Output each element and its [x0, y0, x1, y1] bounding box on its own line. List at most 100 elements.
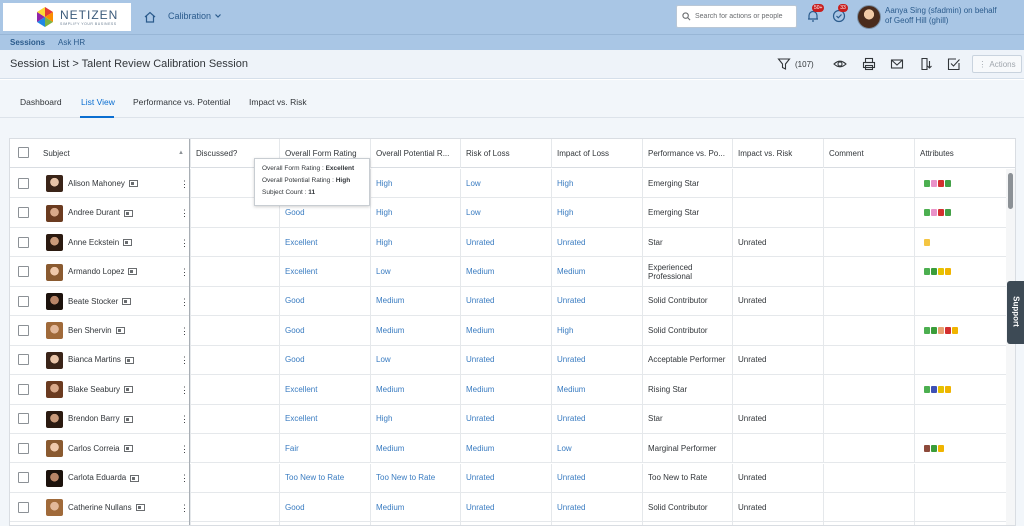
table-row[interactable]: Andree Durant ⋮ Good High Low High Emerging St…: [10, 198, 1015, 228]
impact-of-loss-cell[interactable]: High: [551, 169, 642, 198]
profile-card-icon[interactable]: [123, 239, 133, 246]
risk-of-loss-cell[interactable]: Unrated: [460, 227, 551, 257]
subject-name[interactable]: Beate Stocker: [68, 297, 132, 306]
row-checkbox[interactable]: [18, 236, 29, 248]
impact-of-loss-cell[interactable]: Medium: [551, 375, 642, 404]
tab-dashboard[interactable]: Dashboard: [20, 97, 62, 107]
row-more-icon[interactable]: ⋮: [180, 444, 189, 453]
risk-of-loss-cell[interactable]: Medium: [460, 375, 551, 404]
filter-button[interactable]: [777, 57, 791, 71]
row-more-icon[interactable]: ⋮: [180, 415, 189, 424]
profile-card-icon[interactable]: [123, 445, 133, 453]
table-row[interactable]: Anne Eckstein ⋮ Excellent High Unrated Unrate…: [10, 227, 1015, 258]
profile-card-icon[interactable]: [123, 415, 133, 423]
potential-rating-cell[interactable]: Low: [370, 257, 460, 286]
avatar[interactable]: [46, 440, 63, 458]
select-all-checkbox[interactable]: [18, 147, 29, 158]
column-comment[interactable]: Comment: [823, 139, 914, 168]
row-more-icon[interactable]: ⋮: [180, 268, 189, 277]
table-row[interactable]: Armando Lopez ⋮ Excellent Low Medium Medium Ex…: [10, 257, 1015, 287]
print-button[interactable]: [862, 57, 876, 71]
profile-card-icon[interactable]: [128, 180, 138, 188]
form-rating-cell[interactable]: Excellent: [279, 375, 370, 404]
table-row[interactable]: Alison Mahoney ⋮ High Low High Emerging Star: [10, 169, 1015, 199]
impact-of-loss-cell[interactable]: Unrated: [551, 492, 642, 522]
form-rating-cell[interactable]: Too New to Rate: [279, 463, 370, 492]
profile-card-icon[interactable]: [124, 356, 134, 364]
row-more-icon[interactable]: ⋮: [180, 385, 189, 394]
potential-rating-cell[interactable]: Medium: [370, 375, 460, 404]
risk-of-loss-cell[interactable]: Medium: [460, 257, 551, 286]
row-checkbox[interactable]: [18, 501, 29, 513]
scrollbar-thumb[interactable]: [1008, 173, 1013, 209]
row-checkbox[interactable]: [18, 354, 29, 366]
subject-name[interactable]: Brendon Barry: [68, 414, 133, 423]
profile-card-icon[interactable]: [128, 268, 138, 276]
impact-of-loss-cell[interactable]: Low: [551, 434, 642, 463]
risk-of-loss-cell[interactable]: Medium: [460, 434, 551, 463]
approve-button[interactable]: [947, 57, 961, 71]
form-rating-cell[interactable]: Good: [279, 316, 370, 345]
actions-button[interactable]: ⋮ Actions: [972, 55, 1022, 73]
home-icon[interactable]: [143, 10, 157, 24]
column-overall-potential-rating[interactable]: Overall Potential R...: [370, 139, 460, 168]
risk-of-loss-cell[interactable]: [460, 522, 551, 525]
row-checkbox[interactable]: [18, 295, 29, 307]
risk-of-loss-cell[interactable]: Unrated: [460, 286, 551, 316]
subject-name[interactable]: Carlos Correia: [68, 444, 133, 453]
subject-name[interactable]: Bianca Martins: [68, 355, 134, 364]
tab-impact-vs-risk[interactable]: Impact vs. Risk: [249, 97, 307, 107]
profile-card-icon[interactable]: [124, 386, 134, 394]
table-row[interactable]: Ben Shervin ⋮ Good Medium Medium High Solid Co…: [10, 316, 1015, 346]
subject-name[interactable]: Blake Seabury: [68, 385, 134, 394]
table-row[interactable]: [10, 522, 1015, 525]
potential-rating-cell[interactable]: High: [370, 198, 460, 227]
column-impact-of-loss[interactable]: Impact of Loss: [551, 139, 642, 168]
risk-of-loss-cell[interactable]: Low: [460, 169, 551, 198]
potential-rating-cell[interactable]: High: [370, 404, 460, 433]
risk-of-loss-cell[interactable]: Unrated: [460, 463, 551, 492]
subject-name[interactable]: Alison Mahoney: [68, 179, 138, 188]
form-rating-cell[interactable]: Excellent: [279, 404, 370, 433]
profile-card-icon[interactable]: [135, 504, 145, 512]
avatar[interactable]: [46, 175, 63, 193]
profile-card-icon[interactable]: [124, 209, 134, 217]
row-more-icon[interactable]: ⋮: [180, 503, 189, 512]
row-more-icon[interactable]: ⋮: [180, 474, 189, 483]
row-checkbox[interactable]: [18, 472, 29, 484]
vertical-scrollbar[interactable]: [1006, 169, 1015, 525]
session-list-link[interactable]: Session List: [10, 58, 69, 70]
potential-rating-cell[interactable]: Medium: [370, 434, 460, 463]
form-rating-cell[interactable]: Good: [279, 286, 370, 316]
view-button[interactable]: [833, 57, 847, 71]
potential-rating-cell[interactable]: Low: [370, 345, 460, 375]
subject-name[interactable]: Armando Lopez: [68, 267, 138, 276]
form-rating-cell[interactable]: Fair: [279, 434, 370, 463]
avatar[interactable]: [46, 204, 63, 222]
subject-name[interactable]: Anne Eckstein: [68, 238, 133, 247]
subject-name[interactable]: Ben Shervin: [68, 326, 125, 335]
potential-rating-cell[interactable]: Medium: [370, 492, 460, 522]
avatar[interactable]: [46, 293, 63, 311]
table-row[interactable]: Catherine Nullans ⋮ Good Medium Unrated Unrat…: [10, 492, 1015, 523]
export-button[interactable]: [919, 57, 933, 71]
impact-of-loss-cell[interactable]: Medium: [551, 257, 642, 286]
form-rating-cell[interactable]: Good: [279, 345, 370, 375]
potential-rating-cell[interactable]: Medium: [370, 316, 460, 345]
impact-of-loss-cell[interactable]: High: [551, 316, 642, 345]
subject-name[interactable]: Carlota Eduarda: [68, 473, 140, 482]
nav-sessions[interactable]: Sessions: [10, 38, 45, 47]
tab-performance-vs-potential[interactable]: Performance vs. Potential: [133, 97, 230, 107]
form-rating-cell[interactable]: Excellent: [279, 257, 370, 286]
risk-of-loss-cell[interactable]: Unrated: [460, 345, 551, 375]
support-tab[interactable]: Support: [1007, 281, 1024, 344]
row-checkbox[interactable]: [18, 177, 29, 189]
impact-of-loss-cell[interactable]: Unrated: [551, 463, 642, 492]
user-menu[interactable]: Aanya Sing (sfadmin) on behalf of Geoff …: [885, 6, 1021, 26]
calibration-menu[interactable]: Calibration: [168, 11, 222, 21]
row-checkbox[interactable]: [18, 207, 29, 219]
row-more-icon[interactable]: ⋮: [180, 297, 189, 306]
subject-name[interactable]: Andree Durant: [68, 208, 134, 217]
row-checkbox[interactable]: [18, 266, 29, 278]
avatar[interactable]: [46, 469, 63, 487]
